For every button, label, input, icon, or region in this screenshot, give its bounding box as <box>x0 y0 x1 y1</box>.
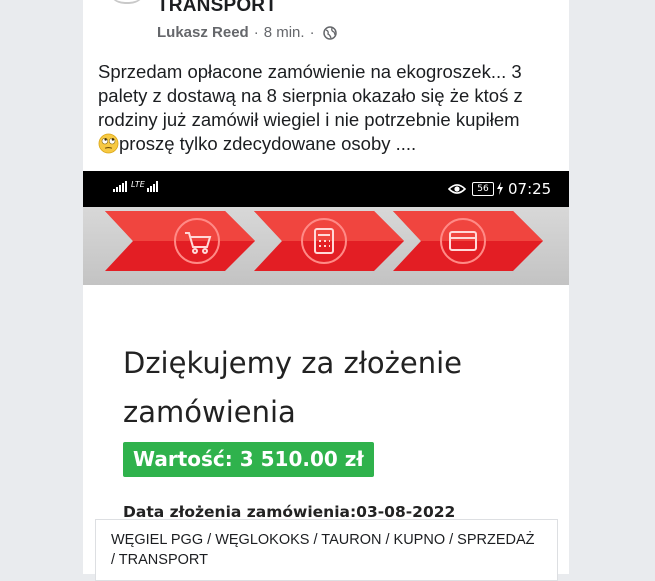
group-link-title[interactable]: WĘGIEL PGG / WĘGLOKOKS / TAURON / KUPNO … <box>111 530 541 570</box>
group-title[interactable]: TRANSPORT <box>157 0 277 17</box>
post-meta: Lukasz Reed · 8 min. · <box>157 24 337 41</box>
step-arrow-card <box>393 209 543 273</box>
eye-icon <box>448 184 466 194</box>
order-value-badge: Wartość: 3 510.00 zł <box>123 442 374 477</box>
battery-icon: 56 <box>472 182 494 196</box>
phone-status-bar: LTE 56 07:25 <box>83 171 569 207</box>
group-link-preview[interactable]: WĘGIEL PGG / WĘGLOKOKS / TAURON / KUPNO … <box>95 519 558 581</box>
author-name[interactable]: Lukasz Reed <box>157 24 249 41</box>
rolling-eyes-emoji-icon <box>98 133 119 154</box>
charging-icon <box>497 182 503 195</box>
post-time[interactable]: 8 min. <box>264 24 305 41</box>
signal-icon <box>113 181 127 192</box>
globe-icon[interactable] <box>322 25 337 40</box>
post-text: Sprzedam opłacone zamówienie na ekogrosz… <box>98 60 560 156</box>
thank-you-heading: Dziękujemy za złożenie zamówienia <box>123 346 463 429</box>
post-text-tail: proszę tylko zdecydowane osoby .... <box>119 133 417 154</box>
post-card: TRANSPORT Lukasz Reed · 8 min. · Sprzeda… <box>83 0 569 574</box>
step-arrow-cart <box>105 209 255 273</box>
checkout-steps-banner <box>83 207 569 285</box>
post-text-main: Sprzedam opłacone zamówienie na ekogrosz… <box>98 61 523 130</box>
step-arrow-calculator <box>254 209 404 273</box>
group-avatar[interactable] <box>107 0 147 4</box>
order-screenshot[interactable]: LTE 56 07:25 Dziękujemy za złożenie zamó… <box>83 171 569 574</box>
status-clock: 07:25 <box>508 180 552 198</box>
meta-separator-2: · <box>309 24 315 41</box>
signal-icon-2 <box>147 181 158 192</box>
network-type: LTE <box>131 180 145 189</box>
meta-separator: · <box>253 24 259 41</box>
